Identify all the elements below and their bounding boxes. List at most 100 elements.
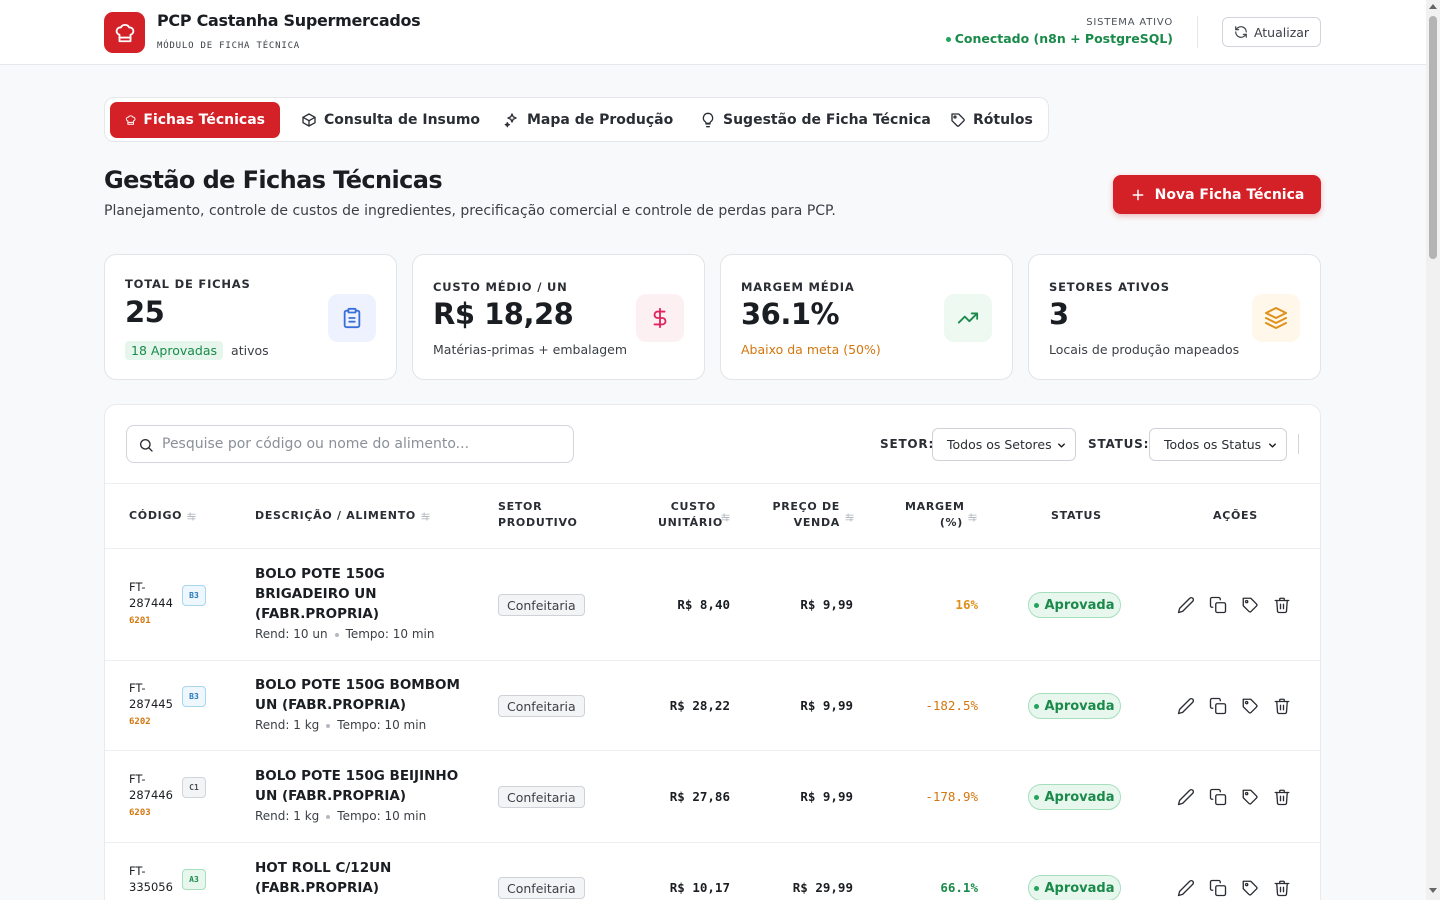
stat-value: 36.1% [741,297,840,331]
copy-icon[interactable] [1209,697,1227,715]
ficha-code: FT- 287445 [129,680,173,712]
stat-card-margem-media: MARGEM MÉDIA 36.1% Abaixo da meta (50%) [720,254,1013,380]
ficha-subcode: 6202 [129,717,151,727]
column-label: CUSTO [670,500,716,513]
status-dot [1034,703,1040,709]
tag-icon [951,113,965,127]
code-prefix: FT- [129,772,146,786]
meta-separator [326,723,331,728]
chevron-down-icon [1058,443,1065,448]
table-row[interactable]: FT- 287445 6202 B3 BOLO POTE 150G BOMBOM … [105,661,1320,751]
stat-note: 18 Aprovadas ativos [125,341,269,360]
trash-icon[interactable] [1273,596,1291,614]
table-row[interactable]: FT- 287446 6203 C1 BOLO POTE 150G BEIJINH… [105,751,1320,843]
edit-icon[interactable] [1177,697,1195,715]
edit-icon[interactable] [1177,596,1195,614]
tab-fichas-tecnicas[interactable]: Fichas Técnicas [110,102,280,138]
app-title: PCP Castanha Supermercados [157,11,421,30]
tab-sugestao-ficha[interactable]: Sugestão de Ficha Técnica [690,102,941,138]
ficha-meta: Rend: 1 kg Tempo: 10 min [255,809,426,823]
ficha-subcode: 6201 [129,616,151,626]
sector-filter-label: SETOR: [880,437,935,451]
box-icon [302,113,316,127]
stat-label: SETORES ATIVOS [1049,280,1170,294]
tab-consulta-insumo[interactable]: Consulta de Insumo [291,102,490,138]
column-header-code[interactable]: CÓDIGO [129,508,197,524]
edit-icon[interactable] [1177,788,1195,806]
column-label: PRODUTIVO [498,516,578,529]
code-number: 287446 [129,788,173,802]
stat-label: TOTAL DE FICHAS [125,277,251,291]
status-text: Aprovada [1044,597,1115,613]
status-select[interactable]: Todos os Status [1149,428,1287,461]
status-dot [1034,885,1040,891]
chef-hat-icon [115,23,134,42]
search-input[interactable] [162,426,562,462]
sale-price: R$ 29,99 [792,880,853,895]
refresh-icon [1235,26,1247,38]
column-header-margin[interactable]: MARGEM (%) [905,499,964,531]
scroll-thumb[interactable] [1429,16,1437,259]
ficha-code: FT- 287444 [129,579,173,611]
meta-separator [334,632,339,637]
trash-icon[interactable] [1273,879,1291,897]
status-badge: Aprovada [1028,875,1121,900]
stat-value: R$ 18,28 [433,297,574,331]
tab-label: Fichas Técnicas [143,112,265,128]
table-row[interactable]: FT-335056 6204 A3 HOT ROLL C/12UN (FABR.… [105,843,1320,900]
status-text: Aprovada [1044,789,1115,805]
ficha-meta: Rend: 10 un Tempo: 10 min [255,627,434,641]
stat-card-setores-ativos: SETORES ATIVOS 3 Locais de produção mape… [1028,254,1321,380]
tab-label: Rótulos [973,112,1033,128]
stat-note-warning: Abaixo da meta (50%) [741,342,881,357]
yield-text: Rend: 10 un [255,627,328,641]
yield-text: Rend: 1 kg [255,809,320,823]
stat-card-custo-medio: CUSTO MÉDIO / UN R$ 18,28 Matérias-prima… [412,254,705,380]
tab-rotulos[interactable]: Rótulos [940,102,1043,138]
ficha-meta: Rend: 1 kg Tempo: 10 min [255,718,426,732]
app-logo [104,12,145,53]
chef-hat-icon [125,115,136,125]
layers-icon [1265,307,1287,329]
header-divider [1197,16,1198,48]
margin-value: -182.5% [925,698,978,713]
status-dot [1034,794,1040,800]
column-header-cost[interactable]: CUSTO UNITÁRIO [658,499,723,531]
trash-icon[interactable] [1273,788,1291,806]
fichas-table-panel: SETOR: Todos os Setores STATUS: Todos os… [104,404,1321,900]
unit-cost: R$ 28,22 [669,698,730,713]
column-header-price[interactable]: PREÇO DE VENDA [772,499,840,531]
edit-icon[interactable] [1177,879,1195,897]
new-ficha-label: Nova Ficha Técnica [1154,186,1305,203]
column-label: UNITÁRIO [658,516,723,529]
stat-value: 25 [125,295,165,329]
tag-icon[interactable] [1241,697,1259,715]
new-ficha-button[interactable]: Nova Ficha Técnica [1113,175,1321,214]
tag-icon[interactable] [1241,788,1259,806]
copy-icon[interactable] [1209,596,1227,614]
sector-select[interactable]: Todos os Setores [932,428,1076,461]
stat-label: MARGEM MÉDIA [741,280,855,294]
ficha-description: BOLO POTE 150G BRIGADEIRO UN (FABR.PROPR… [255,566,385,622]
page-scrollbar[interactable] [1426,0,1440,900]
refresh-button[interactable]: Atualizar [1222,17,1321,47]
stat-icon-box [1252,294,1300,342]
plus-icon [1132,189,1144,200]
stat-card-total-fichas: TOTAL DE FICHAS 25 18 Aprovadas ativos [104,254,397,380]
copy-icon[interactable] [1209,879,1227,897]
scroll-down-arrow[interactable] [1429,888,1437,893]
copy-icon[interactable] [1209,788,1227,806]
yield-text: Rend: 1 kg [255,718,320,732]
column-header-desc[interactable]: DESCRIÇÃO / ALIMENTO [255,508,431,524]
table-row[interactable]: FT- 287444 6201 B3 BOLO POTE 150G BRIGADE… [105,549,1320,661]
stat-note: Locais de produção mapeados [1049,342,1240,357]
column-label: SETOR [498,500,543,513]
margin-value: -178.9% [925,789,978,804]
stat-icon-box [328,294,376,342]
tab-label: Sugestão de Ficha Técnica [723,112,931,128]
scroll-up-arrow[interactable] [1429,4,1437,9]
trash-icon[interactable] [1273,697,1291,715]
tab-mapa-producao[interactable]: Mapa de Produção [494,102,683,138]
tag-icon[interactable] [1241,596,1259,614]
tag-icon[interactable] [1241,879,1259,897]
